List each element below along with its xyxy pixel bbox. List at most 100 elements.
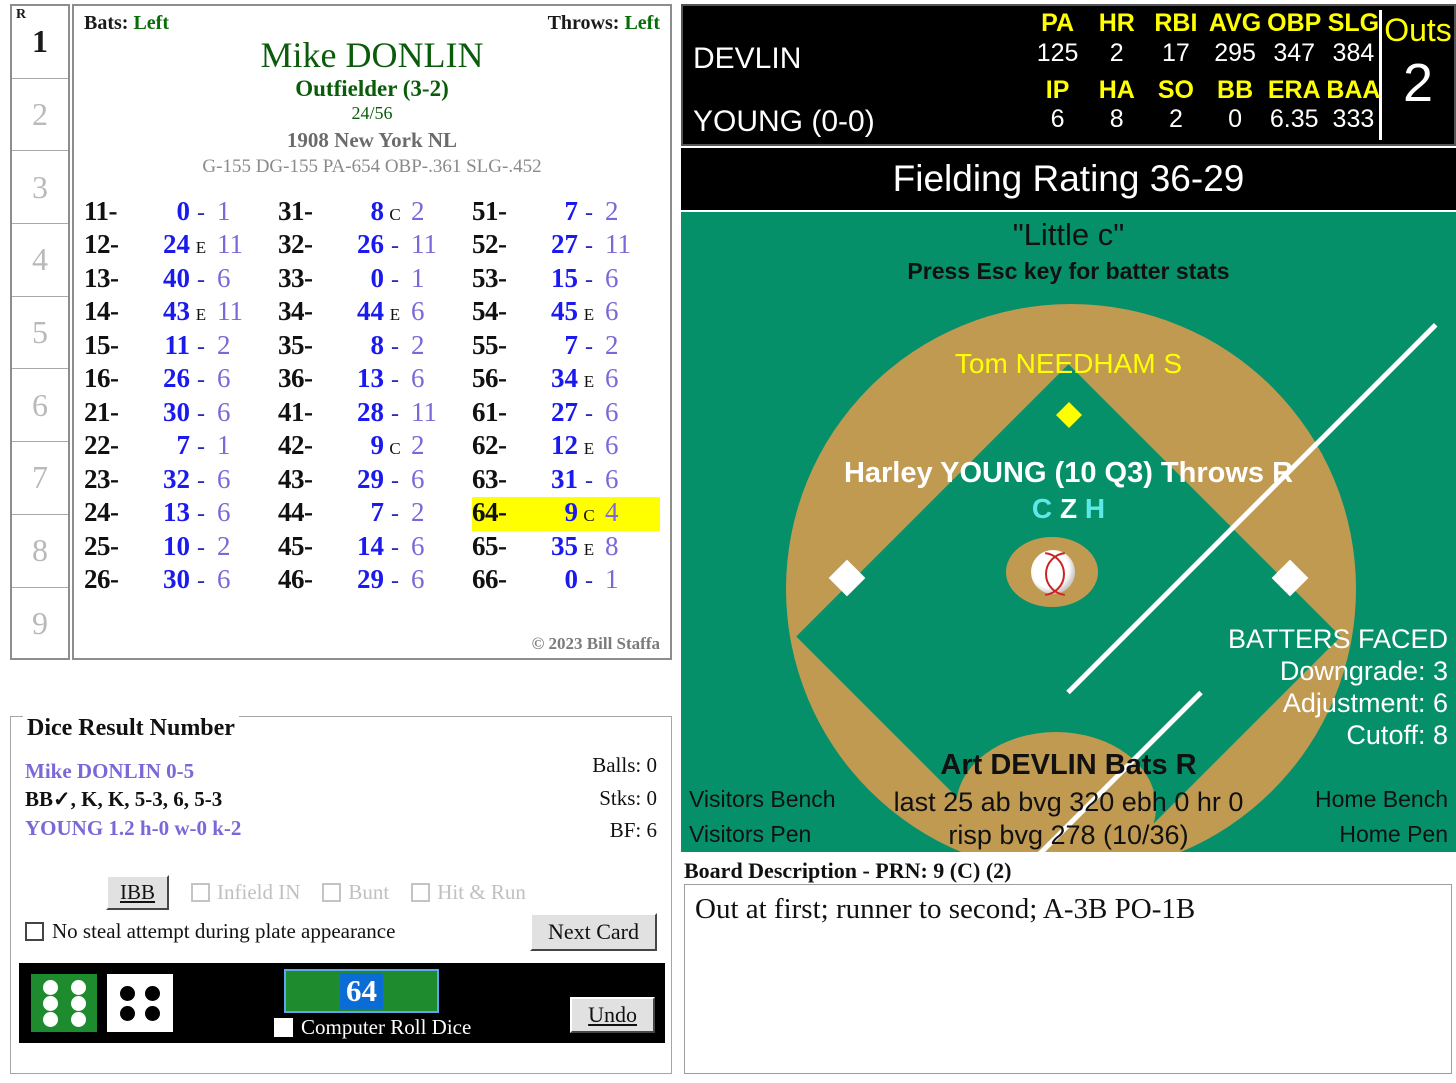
- home-side-links: Home Bench Home Pen: [1315, 782, 1448, 851]
- roll-flag: -: [585, 199, 593, 226]
- pitcher-stat-header: HA: [1098, 75, 1135, 104]
- roll-tail-number: 2: [411, 329, 425, 360]
- die-pip: [70, 995, 86, 1011]
- lineup-slot-4[interactable]: 4: [12, 224, 68, 297]
- roll-flag: E: [583, 439, 595, 459]
- roll-result-number: 13: [357, 363, 384, 394]
- undo-button[interactable]: Undo: [570, 997, 655, 1033]
- roll-flag: -: [585, 400, 593, 427]
- roll-result-number: 11: [164, 329, 190, 360]
- roll-code: 12-: [84, 229, 119, 260]
- visitors-bench-link[interactable]: Visitors Bench: [689, 782, 836, 817]
- visitors-pen-link[interactable]: Visitors Pen: [689, 817, 836, 852]
- roll-row: 26- 30-6: [84, 564, 272, 598]
- batters-faced-block: BATTERS FACED Downgrade: 3 Adjustment: 6…: [1228, 624, 1448, 751]
- hit-and-run-checkbox[interactable]: Hit & Run: [411, 880, 526, 905]
- lineup-slot-7[interactable]: 7: [12, 442, 68, 515]
- lineup-slot-2[interactable]: 2: [12, 79, 68, 152]
- roll-result-number: 8: [370, 195, 385, 226]
- ibb-button[interactable]: IBB: [106, 875, 170, 910]
- lineup-slot-6[interactable]: 6: [12, 369, 68, 443]
- home-pen-link[interactable]: Home Pen: [1315, 817, 1448, 852]
- strategy-controls: IBB Infield IN Bunt Hit & Run: [11, 875, 671, 910]
- lineup-slot-8[interactable]: 8: [12, 515, 68, 588]
- roll-tail-number: 1: [411, 262, 425, 293]
- bunt-checkbox[interactable]: Bunt: [322, 880, 389, 905]
- roll-tail-number: 6: [605, 430, 619, 461]
- die-pip: [145, 985, 160, 1001]
- die-green-pips: [31, 974, 97, 1032]
- infield-in-checkbox[interactable]: Infield IN: [191, 880, 300, 905]
- infield-in-label: Infield IN: [217, 880, 301, 904]
- roll-result-number: 7: [176, 430, 191, 461]
- pitcher-stat-headers: IP HA SO BB ERA BAA: [1028, 75, 1383, 105]
- roll-code: 14-: [84, 296, 119, 327]
- die-green[interactable]: [31, 974, 97, 1032]
- roll-code: 44-: [278, 497, 313, 528]
- die-pip: [120, 985, 135, 1001]
- roll-row: 34- 44 E 6: [278, 296, 466, 330]
- checkbox-box-icon: [322, 883, 342, 902]
- lineup-slot-number: 6: [32, 386, 48, 423]
- roll-tail-number: 1: [217, 430, 231, 461]
- lineup-slot-3[interactable]: 3: [12, 151, 68, 225]
- lineup-slot-number: 7: [32, 459, 48, 496]
- bats-label: Bats:: [84, 12, 129, 34]
- roll-result-number: 26: [163, 363, 190, 394]
- roll-flag: -: [391, 534, 399, 561]
- no-steal-checkbox[interactable]: No steal attempt during plate appearance: [25, 919, 395, 944]
- roll-tail-number: 11: [217, 229, 243, 260]
- roll-result-number: 44: [357, 296, 384, 327]
- roll-flag: -: [391, 501, 399, 528]
- batter-stat-value: 125: [1036, 38, 1079, 67]
- roll-tail-number: 6: [217, 262, 231, 293]
- dice-strip: 64 Computer Roll Dice Undo: [19, 963, 665, 1043]
- board-description-box: Out at first; runner to second; A-3B PO-…: [684, 884, 1452, 1074]
- next-card-button[interactable]: Next Card: [529, 913, 657, 951]
- roll-row: 54- 45 E 6: [472, 296, 660, 330]
- roll-flag: -: [197, 434, 205, 461]
- roll-flag: E: [583, 539, 595, 559]
- dice-panel-lines: Mike DONLIN 0-5 BB✓, K, K, 5-3, 6, 5-3 Y…: [25, 757, 241, 842]
- roll-tail-number: 6: [411, 564, 425, 595]
- roll-result-number: 7: [370, 497, 385, 528]
- roll-flag: -: [585, 333, 593, 360]
- die-pip: [42, 1011, 58, 1027]
- home-bench-link[interactable]: Home Bench: [1315, 782, 1448, 817]
- batter-stat-value: 295: [1214, 38, 1256, 67]
- roll-flag: -: [391, 266, 399, 293]
- catcher-diamond-icon: [1055, 389, 1082, 415]
- roll-tail-number: 6: [605, 396, 619, 427]
- throws-value: Left: [624, 12, 660, 34]
- roll-code: 33-: [278, 262, 313, 293]
- batter-stat-value: 384: [1332, 38, 1375, 67]
- scoreboard: DEVLIN YOUNG (0-0) PA HR RBI AVG OBP SLG 125 2…: [681, 4, 1456, 146]
- computer-roll-dice-label: Computer Roll Dice: [301, 1015, 472, 1039]
- roll-flag: -: [585, 266, 593, 293]
- lineup-slot-9[interactable]: 9: [12, 588, 68, 661]
- roll-code: 11-: [84, 195, 118, 226]
- die-white[interactable]: [107, 974, 173, 1032]
- roll-tail-number: 6: [217, 363, 231, 394]
- roll-result-number: 24: [163, 229, 190, 260]
- die-pip: [120, 1005, 135, 1021]
- roll-row: 15- 11-2: [84, 330, 272, 364]
- roll-tail-number: 11: [605, 229, 631, 260]
- lineup-slot-5[interactable]: 5: [12, 297, 68, 370]
- outs-value: 2: [1402, 53, 1434, 113]
- roll-row: 31- 8 C 2: [278, 196, 466, 230]
- dice-result-value: 64: [340, 973, 383, 1009]
- computer-roll-dice-checkbox[interactable]: Computer Roll Dice: [274, 1015, 471, 1040]
- checkbox-box-icon: [411, 883, 431, 902]
- outs-label: Outs: [1384, 12, 1452, 48]
- roll-row: 16- 26-6: [84, 363, 272, 397]
- roll-tail-number: 1: [605, 564, 619, 595]
- pitcher-grade: Z: [1059, 493, 1078, 524]
- checkbox-box-icon: [25, 922, 44, 941]
- throws-group: Throws: Left: [548, 12, 660, 35]
- lineup-slot-1[interactable]: R1: [12, 6, 68, 79]
- roll-code: 41-: [278, 396, 313, 427]
- dice-result-field[interactable]: 64: [284, 969, 439, 1013]
- field-diagram[interactable]: "Little c" Press Esc key for batter stat…: [681, 212, 1456, 852]
- roll-tail-number: 2: [605, 195, 619, 226]
